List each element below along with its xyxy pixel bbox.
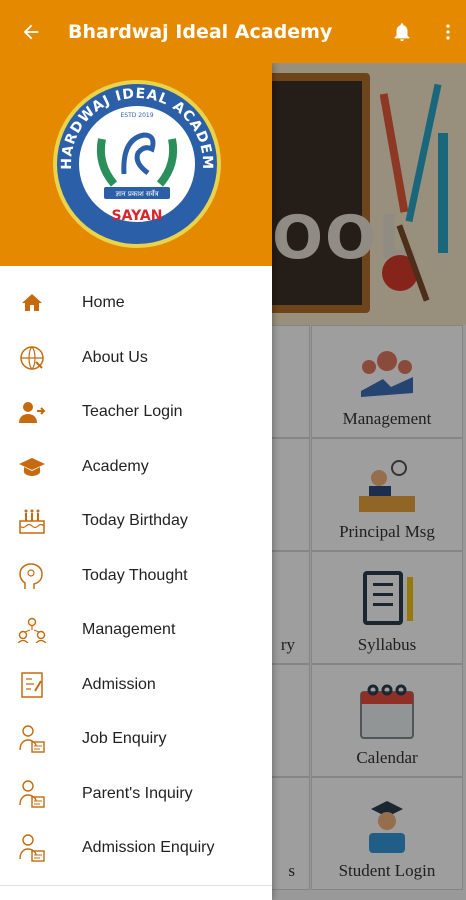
app-title: Bhardwaj Ideal Academy: [68, 20, 333, 43]
drawer-item-label: Academy: [82, 457, 149, 475]
navigation-drawer: BHARDWAJ IDEAL ACADEMY ESTD 2019 ज्ञान प…: [0, 63, 272, 900]
drawer-item-label: About Us: [82, 348, 148, 366]
drawer-item-label: Parent's Inquiry: [82, 784, 193, 802]
app-bar: Bhardwaj Ideal Academy: [0, 0, 466, 63]
logo-place-text: SAYAN: [112, 208, 163, 224]
drawer-item-label: Admission Enquiry: [82, 839, 215, 857]
drawer-item-label: Admission: [82, 675, 156, 693]
drawer-item-admission-enquiry[interactable]: Admission Enquiry: [0, 821, 272, 876]
drawer-item-home[interactable]: Home: [0, 276, 272, 331]
drawer-item-label: Management: [82, 621, 176, 639]
admission-icon: [0, 658, 64, 712]
back-button[interactable]: [0, 0, 62, 63]
drawer-item-label: Job Enquiry: [82, 730, 167, 748]
enquiry-icon: [0, 821, 64, 875]
enquiry-icon: [0, 767, 64, 821]
thought-icon: [0, 549, 64, 603]
drawer-item-today-birthday[interactable]: Today Birthday: [0, 494, 272, 549]
arrow-left-icon: [23, 24, 39, 39]
drawer-item-management[interactable]: Management: [0, 603, 272, 658]
logo-estd-text: ESTD 2019: [120, 112, 153, 119]
drawer-item-parents-inquiry[interactable]: Parent's Inquiry: [0, 767, 272, 822]
drawer-menu: Home About Us Teacher Login Academy Toda…: [0, 266, 272, 876]
drawer-item-label: Today Thought: [82, 566, 188, 584]
management-icon: [0, 603, 64, 657]
about-icon: [0, 331, 64, 385]
more-vert-icon: [446, 24, 450, 39]
overflow-menu-button[interactable]: [430, 0, 466, 63]
teacher-login-icon: [0, 385, 64, 439]
drawer-item-admission[interactable]: Admission: [0, 658, 272, 713]
birthday-cake-icon: [0, 494, 64, 548]
enquiry-icon: [0, 712, 64, 766]
drawer-item-today-thought[interactable]: Today Thought: [0, 549, 272, 604]
drawer-item-about-us[interactable]: About Us: [0, 331, 272, 386]
bell-icon: [394, 22, 410, 41]
drawer-item-label: Teacher Login: [82, 403, 183, 421]
graduation-cap-icon: [0, 440, 64, 494]
drawer-item-label: Today Birthday: [82, 512, 188, 530]
logo-motto-text: ज्ञान प्रकाश सर्वेत्र: [115, 189, 158, 198]
drawer-item-job-enquiry[interactable]: Job Enquiry: [0, 712, 272, 767]
notifications-button[interactable]: [382, 0, 422, 63]
drawer-item-teacher-login[interactable]: Teacher Login: [0, 385, 272, 440]
drawer-item-academy[interactable]: Academy: [0, 440, 272, 495]
drawer-header: BHARDWAJ IDEAL ACADEMY ESTD 2019 ज्ञान प…: [0, 63, 272, 266]
academy-logo: BHARDWAJ IDEAL ACADEMY ESTD 2019 ज्ञान प…: [52, 79, 221, 248]
drawer-item-label: Home: [82, 294, 125, 312]
divider: [0, 885, 272, 886]
home-icon: [0, 276, 64, 330]
